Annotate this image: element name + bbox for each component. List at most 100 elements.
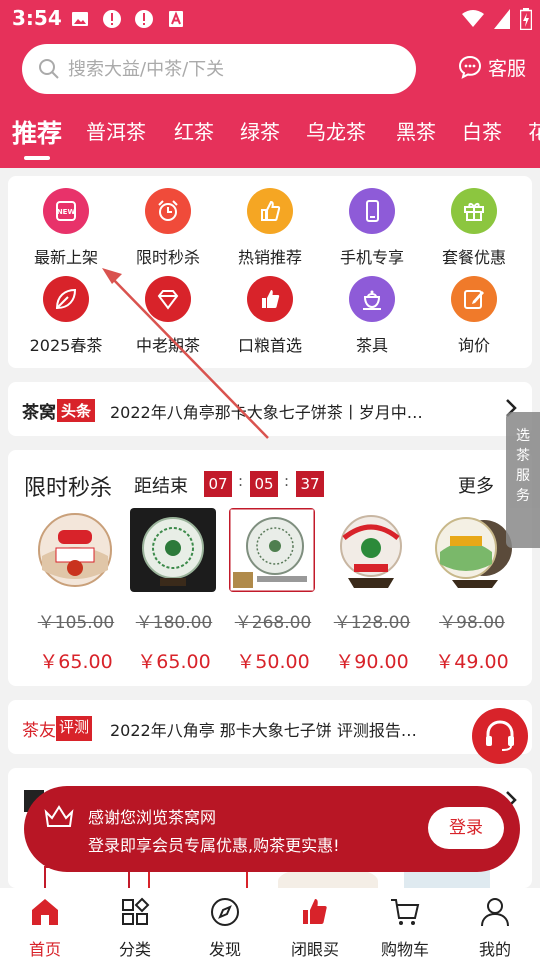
tab-green-tea[interactable]: 绿茶 xyxy=(240,116,280,145)
product-image xyxy=(229,508,315,592)
product-image xyxy=(130,508,216,592)
sale-price: ￥65.00 xyxy=(137,651,211,673)
nav-category[interactable]: 分类 xyxy=(90,896,180,960)
login-button[interactable]: 登录 xyxy=(428,807,504,849)
thumbs-up-icon xyxy=(303,899,327,924)
tab-dark-tea[interactable]: 黑茶 xyxy=(396,116,436,145)
product-card[interactable]: ￥105.00 ￥65.00 xyxy=(32,508,120,674)
cart-icon xyxy=(391,899,420,925)
sale-price: ￥49.00 xyxy=(435,651,509,673)
compass-icon xyxy=(211,898,239,926)
quick-link-inquiry[interactable]: 询价 xyxy=(424,276,524,356)
product-image xyxy=(428,508,514,592)
nav-discover[interactable]: 发现 xyxy=(180,896,270,960)
battery-icon xyxy=(520,8,532,30)
search-icon xyxy=(39,59,59,79)
home-icon xyxy=(32,899,58,925)
edit-icon xyxy=(451,276,497,322)
status-time: 3:54 xyxy=(12,6,62,30)
sale-price: ￥90.00 xyxy=(335,651,409,673)
original-price: ￥180.00 xyxy=(135,613,213,633)
category-icon xyxy=(122,897,150,925)
quick-link-daily-tea[interactable]: 口粮首选 xyxy=(220,276,320,356)
alert-icon xyxy=(135,10,153,28)
original-price: ￥98.00 xyxy=(439,613,505,633)
headline-tag: 茶窝 头条 xyxy=(22,398,96,423)
flash-sale-more-link[interactable]: 更多 xyxy=(458,472,494,498)
flash-sale-title: 限时秒杀 xyxy=(24,476,113,501)
quick-link-teaware[interactable]: 茶具 xyxy=(322,276,422,356)
phone-icon xyxy=(349,188,395,234)
sale-price: ￥50.00 xyxy=(236,651,310,673)
quick-link-mobile-exclusive[interactable]: 手机专享 xyxy=(322,188,422,268)
headline-news-bar[interactable]: 茶窝 头条 2022年八角亭那卡大象七子饼茶丨岁月中… xyxy=(8,382,532,436)
diamond-icon xyxy=(145,276,191,322)
nav-profile[interactable]: 我的 xyxy=(450,896,540,960)
countdown-label: 距结束 xyxy=(134,476,188,497)
product-image xyxy=(328,508,414,592)
review-text: 2022年八角亭 那卡大象七子饼 评测报告… xyxy=(110,721,417,740)
category-tabs: 推荐 普洱茶 红茶 绿茶 乌龙茶 黑茶 白茶 花 xyxy=(0,112,540,162)
gift-icon xyxy=(451,188,497,234)
thumbs-up-icon xyxy=(247,188,293,234)
image-icon xyxy=(72,12,88,26)
wifi-icon xyxy=(462,10,484,27)
tea-selection-service-tab[interactable]: 选茶服务 xyxy=(506,412,540,548)
headline-text: 2022年八角亭那卡大象七子饼茶丨岁月中… xyxy=(110,403,423,422)
flash-sale-card: 限时秒杀 距结束 07 : 05 : 37 更多 ￥105.00 ￥65.00 … xyxy=(8,450,532,686)
original-price: ￥105.00 xyxy=(37,613,115,633)
new-icon: NEW xyxy=(43,188,89,234)
status-bar: 3:54 xyxy=(0,0,540,36)
like-icon xyxy=(247,276,293,322)
review-news-bar[interactable]: 茶友 评测 2022年八角亭 那卡大象七子饼 评测报告… xyxy=(8,700,532,754)
header: 3:54 客服 推荐 普洱茶 红茶 绿茶 乌龙茶 黑茶 白茶 花 xyxy=(0,0,540,168)
search-box[interactable] xyxy=(22,44,416,94)
countdown-hours: 07 xyxy=(204,471,232,497)
review-tag: 茶友 评测 xyxy=(22,716,93,741)
login-prompt-subtitle: 登录即享会员专属优惠,购茶更实惠! xyxy=(88,836,340,855)
tab-black-tea[interactable]: 红茶 xyxy=(174,116,214,145)
login-prompt-title: 感谢您浏览茶窝网 xyxy=(88,808,217,827)
quick-link-hot-picks[interactable]: 热销推荐 xyxy=(220,188,320,268)
quick-link-new-arrivals[interactable]: NEW 最新上架 xyxy=(16,188,116,268)
countdown-minutes: 05 xyxy=(250,471,278,497)
alert-icon xyxy=(103,10,121,28)
quick-links-card: NEW 最新上架 限时秒杀 热销推荐 手机专享 套餐优惠 2025春茶 中老期茶… xyxy=(8,176,532,368)
product-card[interactable]: ￥180.00 ￥65.00 xyxy=(130,508,218,674)
nav-buy-blind[interactable]: 闭眼买 xyxy=(270,896,360,960)
product-image xyxy=(32,508,118,592)
quick-link-aged-tea[interactable]: 中老期茶 xyxy=(118,276,218,356)
chat-bubble-icon xyxy=(458,55,482,79)
product-card[interactable]: ￥268.00 ￥50.00 xyxy=(229,508,317,674)
tab-oolong[interactable]: 乌龙茶 xyxy=(306,116,366,145)
quick-link-flash-sale[interactable]: 限时秒杀 xyxy=(118,188,218,268)
quick-link-spring-tea[interactable]: 2025春茶 xyxy=(16,276,116,356)
countdown-seconds: 37 xyxy=(296,471,324,497)
product-card[interactable]: ￥128.00 ￥90.00 xyxy=(328,508,416,674)
product-card[interactable]: ￥98.00 ￥49.00 xyxy=(428,508,516,674)
sale-price: ￥65.00 xyxy=(39,651,113,673)
tab-recommend[interactable]: 推荐 xyxy=(12,114,62,150)
headset-icon xyxy=(486,720,514,751)
crown-icon xyxy=(44,805,74,827)
customer-service-label: 客服 xyxy=(488,57,527,80)
active-tab-indicator xyxy=(24,156,50,160)
signal-icon xyxy=(494,9,510,29)
tab-puer[interactable]: 普洱茶 xyxy=(86,116,146,145)
font-icon xyxy=(169,11,183,27)
original-price: ￥128.00 xyxy=(333,613,411,633)
svg-text:NEW: NEW xyxy=(57,208,76,216)
customer-service-float-button[interactable] xyxy=(472,708,528,764)
quick-link-package-deals[interactable]: 套餐优惠 xyxy=(424,188,524,268)
nav-cart[interactable]: 购物车 xyxy=(360,896,450,960)
tab-flower-tea[interactable]: 花 xyxy=(528,116,540,145)
leaf-icon xyxy=(43,276,89,322)
user-icon xyxy=(481,898,509,927)
nav-home[interactable]: 首页 xyxy=(0,896,90,960)
search-input[interactable] xyxy=(68,56,398,82)
tab-white-tea[interactable]: 白茶 xyxy=(462,116,502,145)
teapot-icon xyxy=(349,276,395,322)
alarm-clock-icon xyxy=(145,188,191,234)
bottom-navigation: 首页 分类 发现 闭眼买 购物车 我的 xyxy=(0,888,540,960)
customer-service-button[interactable]: 客服 xyxy=(458,52,526,82)
